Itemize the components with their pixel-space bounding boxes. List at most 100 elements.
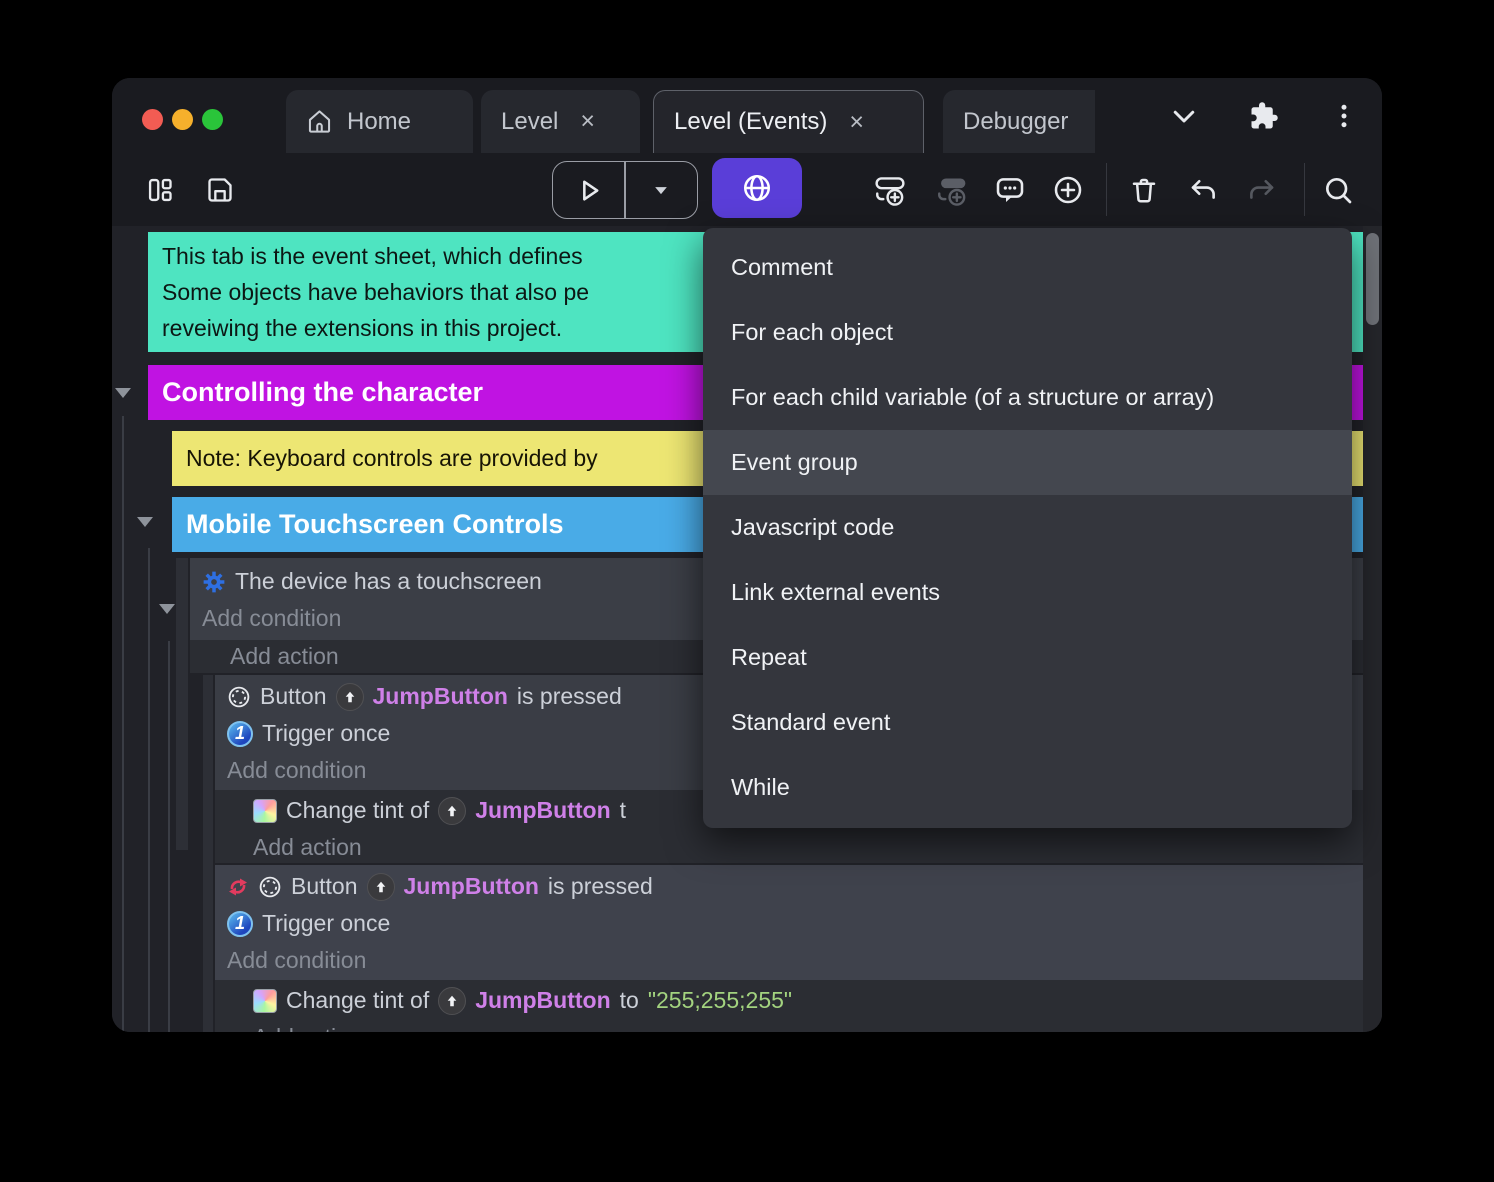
tab-level-label: Level — [501, 108, 558, 136]
puzzle-piece-icon — [1249, 101, 1279, 131]
save-icon — [206, 176, 234, 204]
home-icon — [306, 108, 333, 135]
preview-play-button[interactable] — [553, 162, 624, 218]
object-name: JumpButton — [475, 797, 610, 824]
preview-options-button[interactable] — [626, 162, 697, 218]
remote-preview-button[interactable] — [712, 158, 802, 218]
toolbar-divider — [1106, 163, 1107, 216]
indent-guide — [122, 416, 124, 1032]
action-row-change-tint-white[interactable]: Change tint of JumpButton to "255;255;25… — [215, 982, 1363, 1019]
preview-split-button — [552, 161, 698, 219]
tab-debugger-label: Debugger — [963, 108, 1068, 136]
jumpbutton-object-icon — [367, 873, 395, 901]
object-name: JumpButton — [475, 987, 610, 1014]
object-name: JumpButton — [373, 683, 508, 710]
main-menu-button[interactable] — [1318, 92, 1370, 140]
traffic-light-close[interactable] — [142, 109, 163, 130]
tab-level-events-label: Level (Events) — [674, 108, 827, 136]
gear-icon — [202, 570, 226, 594]
condition-text: The device has a touchscreen — [235, 568, 542, 595]
chevron-down-icon — [1169, 101, 1199, 131]
indent-guide — [168, 641, 170, 1032]
button-object-icon — [227, 685, 251, 709]
tab-list-button[interactable] — [1158, 92, 1210, 140]
kebab-menu-icon — [1329, 101, 1359, 131]
delete-button[interactable] — [1118, 153, 1170, 226]
add-event-button[interactable] — [864, 153, 916, 226]
menu-item-for-each-object[interactable]: For each object — [703, 300, 1352, 365]
trash-icon — [1129, 175, 1159, 205]
add-button[interactable] — [1042, 153, 1094, 226]
globe-icon — [741, 172, 773, 204]
caret-down-icon — [651, 180, 671, 200]
collapse-group-toggle[interactable] — [115, 388, 131, 398]
tab-level-close-icon[interactable]: × — [580, 109, 595, 134]
redo-icon — [1247, 175, 1277, 205]
save-button[interactable] — [194, 153, 246, 226]
menu-item-event-group[interactable]: Event group — [703, 430, 1352, 495]
scrollbar-thumb[interactable] — [1366, 233, 1379, 325]
menu-item-javascript-code[interactable]: Javascript code — [703, 495, 1352, 560]
add-action-link[interactable]: Add action — [215, 829, 1363, 866]
layout-panels-icon — [146, 176, 174, 204]
menu-item-link-external-events[interactable]: Link external events — [703, 560, 1352, 625]
toolbar — [112, 153, 1382, 226]
collapse-event-toggle[interactable] — [159, 604, 175, 614]
jumpbutton-object-icon — [438, 987, 466, 1015]
inverted-condition-icon — [227, 876, 249, 898]
add-action-link[interactable]: Add action — [215, 1019, 1363, 1032]
event-block-jump-not-pressed[interactable]: Button JumpButton is pressed 1 Trigger o… — [215, 865, 1363, 980]
traffic-light-minimize[interactable] — [172, 109, 193, 130]
screen-background: Home Level × Level (Events) × Debugger — [0, 0, 1494, 1182]
tab-home[interactable]: Home — [286, 90, 473, 153]
condition-row-button-not-pressed[interactable]: Button JumpButton is pressed — [215, 868, 1363, 905]
search-button[interactable] — [1312, 153, 1364, 226]
object-name: JumpButton — [404, 873, 539, 900]
button-object-icon — [258, 875, 282, 899]
group-title: Controlling the character — [162, 377, 483, 408]
action-area-jump-not-pressed[interactable]: Change tint of JumpButton to "255;255;25… — [215, 980, 1363, 1032]
add-circle-icon — [1052, 174, 1084, 206]
context-menu-add-event-type: Comment For each object For each child v… — [703, 228, 1352, 828]
menu-item-comment[interactable]: Comment — [703, 235, 1352, 300]
tint-value: "255;255;255" — [648, 987, 792, 1014]
tab-level-events[interactable]: Level (Events) × — [653, 90, 924, 153]
group-title: Mobile Touchscreen Controls — [186, 509, 564, 540]
undo-icon — [1188, 175, 1218, 205]
add-event-icon — [873, 173, 907, 207]
toolbar-divider — [1304, 163, 1305, 216]
comment-line: Note: Keyboard controls are provided by — [186, 445, 598, 472]
search-icon — [1322, 174, 1354, 206]
condition-row-trigger-once[interactable]: 1 Trigger once — [215, 905, 1363, 942]
indent-guide — [148, 548, 150, 1032]
menu-item-while[interactable]: While — [703, 755, 1352, 820]
traffic-light-zoom[interactable] — [202, 109, 223, 130]
menu-item-standard-event[interactable]: Standard event — [703, 690, 1352, 755]
jumpbutton-object-icon — [438, 797, 466, 825]
addons-button[interactable] — [1238, 92, 1290, 140]
tab-level[interactable]: Level × — [481, 90, 640, 153]
add-sub-event-icon — [935, 173, 969, 207]
tint-rainbow-icon — [253, 799, 277, 823]
add-condition-link[interactable]: Add condition — [215, 942, 1363, 979]
undo-button[interactable] — [1177, 153, 1229, 226]
tab-bar: Home Level × Level (Events) × Debugger — [112, 78, 1382, 153]
add-comment-button[interactable] — [984, 153, 1036, 226]
trigger-once-icon: 1 — [227, 721, 253, 747]
tab-level-events-close-icon[interactable]: × — [849, 110, 864, 135]
tab-debugger[interactable]: Debugger — [943, 90, 1095, 153]
menu-item-for-each-child-variable[interactable]: For each child variable (of a structure … — [703, 365, 1352, 430]
tab-home-label: Home — [347, 108, 411, 136]
redo-button[interactable] — [1236, 153, 1288, 226]
play-icon — [575, 176, 603, 204]
add-sub-event-button[interactable] — [926, 153, 978, 226]
comment-bubble-icon — [994, 174, 1026, 206]
event-margin-rail — [203, 675, 213, 1032]
trigger-once-icon: 1 — [227, 911, 253, 937]
tint-rainbow-icon — [253, 989, 277, 1013]
event-margin-rail — [176, 558, 188, 850]
vertical-scrollbar[interactable] — [1363, 226, 1382, 1032]
toggle-panels-button[interactable] — [134, 153, 186, 226]
collapse-group-toggle[interactable] — [137, 517, 153, 527]
menu-item-repeat[interactable]: Repeat — [703, 625, 1352, 690]
